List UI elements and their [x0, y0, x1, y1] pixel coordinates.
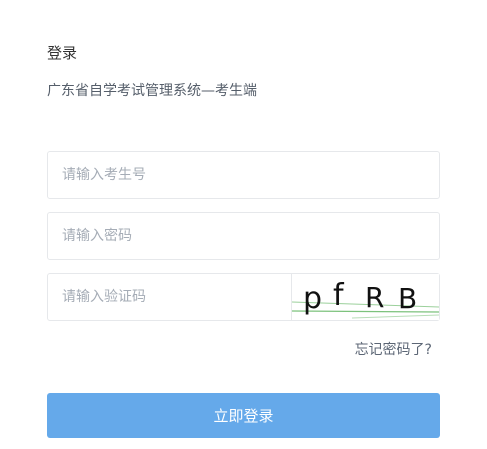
- captcha-char: B: [398, 282, 417, 315]
- captcha-char: R: [365, 281, 384, 314]
- captcha-char: f: [333, 278, 345, 313]
- captcha-svg: p f R B: [291, 278, 440, 319]
- captcha-noise-line: [351, 314, 440, 319]
- login-button[interactable]: 立即登录: [47, 393, 440, 438]
- password-field-wrapper: [47, 212, 440, 260]
- forgot-password-link[interactable]: 忘记密码了?: [355, 339, 432, 359]
- username-field-wrapper: [47, 151, 440, 199]
- password-input[interactable]: [48, 213, 439, 259]
- captcha-input[interactable]: [48, 274, 292, 320]
- login-panel: 登录 广东省自学考试管理系统—考生端 p f R B 忘记密码了? 立即登录: [47, 0, 440, 449]
- system-subtitle: 广东省自学考试管理系统—考生端: [47, 83, 257, 99]
- login-title: 登录: [47, 44, 78, 62]
- captcha-field-wrapper: p f R B: [47, 273, 440, 321]
- candidate-number-input[interactable]: [48, 152, 439, 198]
- captcha-image[interactable]: p f R B: [291, 274, 440, 320]
- captcha-char: p: [303, 281, 322, 316]
